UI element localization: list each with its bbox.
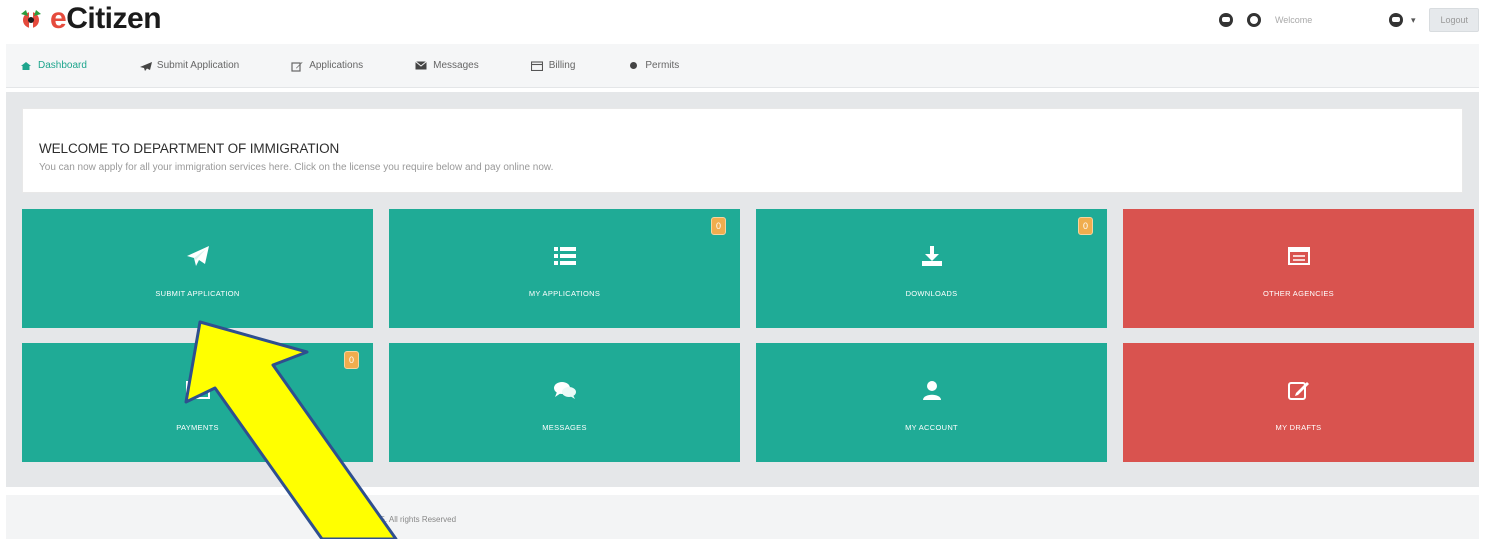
tile-label: OTHER AGENCIES	[1263, 289, 1334, 298]
nav-label: Dashboard	[38, 60, 87, 71]
tile-payments[interactable]: 0 PAYMENTS	[22, 343, 373, 462]
page-title: WELCOME TO DEPARTMENT OF IMMIGRATION	[39, 141, 340, 156]
tile-label: MESSAGES	[542, 423, 587, 432]
comments-icon	[550, 377, 580, 403]
page-footer: eCitizen 2015. All rights Reserved	[6, 495, 1479, 539]
welcome-panel: WELCOME TO DEPARTMENT OF IMMIGRATION You…	[22, 108, 1463, 193]
tile-downloads[interactable]: 0 DOWNLOADS	[756, 209, 1107, 328]
copyright-text: eCitizen 2015. All rights Reserved	[336, 515, 457, 524]
tile-my-applications[interactable]: 0 MY APPLICATIONS	[389, 209, 740, 328]
dashboard-content: WELCOME TO DEPARTMENT OF IMMIGRATION You…	[6, 92, 1479, 487]
user-menu[interactable]: ▾	[1375, 13, 1416, 27]
edit-icon	[1284, 377, 1314, 403]
count-badge: 0	[344, 351, 359, 369]
tile-label: PAYMENTS	[176, 423, 219, 432]
tile-label: MY ACCOUNT	[905, 423, 958, 432]
nav-label: Applications	[309, 60, 364, 71]
nav-label: Messages	[433, 60, 479, 71]
paper-plane-icon	[183, 243, 213, 269]
top-right-controls: Welcome ▾ Logout	[1205, 6, 1485, 34]
ecitizen-logo[interactable]: eCitizen	[18, 2, 162, 36]
nav-messages[interactable]: Messages	[415, 60, 479, 71]
nav-applications[interactable]: Applications	[291, 60, 364, 72]
tile-my-drafts[interactable]: MY DRAFTS	[1123, 343, 1474, 462]
paper-plane-icon	[139, 61, 152, 71]
nav-submit-application[interactable]: Submit Application	[139, 60, 239, 71]
edit-icon	[291, 61, 303, 72]
home-icon	[20, 61, 32, 71]
page-description: You can now apply for all your immigrati…	[39, 162, 554, 173]
tile-label: MY DRAFTS	[1275, 423, 1322, 432]
chat-icon[interactable]	[1218, 13, 1233, 27]
coat-of-arms-icon	[21, 10, 41, 28]
tile-label: SUBMIT APPLICATION	[155, 289, 240, 298]
top-bar: eCitizen Welcome ▾ Logout	[0, 0, 1485, 40]
tile-submit-application[interactable]: SUBMIT APPLICATION	[22, 209, 373, 328]
nav-label: Permits	[645, 60, 680, 71]
nav-label: Submit Application	[156, 60, 240, 71]
logout-button[interactable]: Logout	[1429, 8, 1479, 32]
circle-icon	[627, 61, 639, 71]
globe-icon[interactable]	[1246, 13, 1261, 27]
tile-label: MY APPLICATIONS	[528, 289, 601, 298]
user-icon	[917, 377, 947, 403]
tile-my-account[interactable]: MY ACCOUNT	[756, 343, 1107, 462]
nav-permits[interactable]: Permits	[627, 60, 679, 71]
brand-name: eCitizen	[50, 2, 162, 35]
calendar-icon	[530, 60, 543, 71]
chevron-down-icon: ▾	[1410, 14, 1416, 25]
nav-billing[interactable]: Billing	[530, 60, 576, 71]
welcome-text: Welcome	[1274, 15, 1313, 25]
tile-messages[interactable]: MESSAGES	[389, 343, 740, 462]
tile-other-agencies[interactable]: OTHER AGENCIES	[1123, 209, 1474, 328]
download-icon	[917, 243, 947, 269]
window-icon	[1284, 243, 1314, 269]
tile-label: DOWNLOADS	[905, 289, 958, 298]
nav-label: Billing	[548, 60, 576, 71]
main-nav: Dashboard Submit Application Application…	[6, 44, 1479, 88]
envelope-icon	[415, 60, 427, 71]
count-badge: 0	[711, 217, 726, 235]
nav-dashboard[interactable]: Dashboard	[20, 60, 87, 71]
count-badge: 0	[1078, 217, 1093, 235]
user-chat-icon	[1388, 13, 1403, 27]
list-icon	[550, 243, 580, 269]
credit-card-icon	[183, 377, 213, 403]
